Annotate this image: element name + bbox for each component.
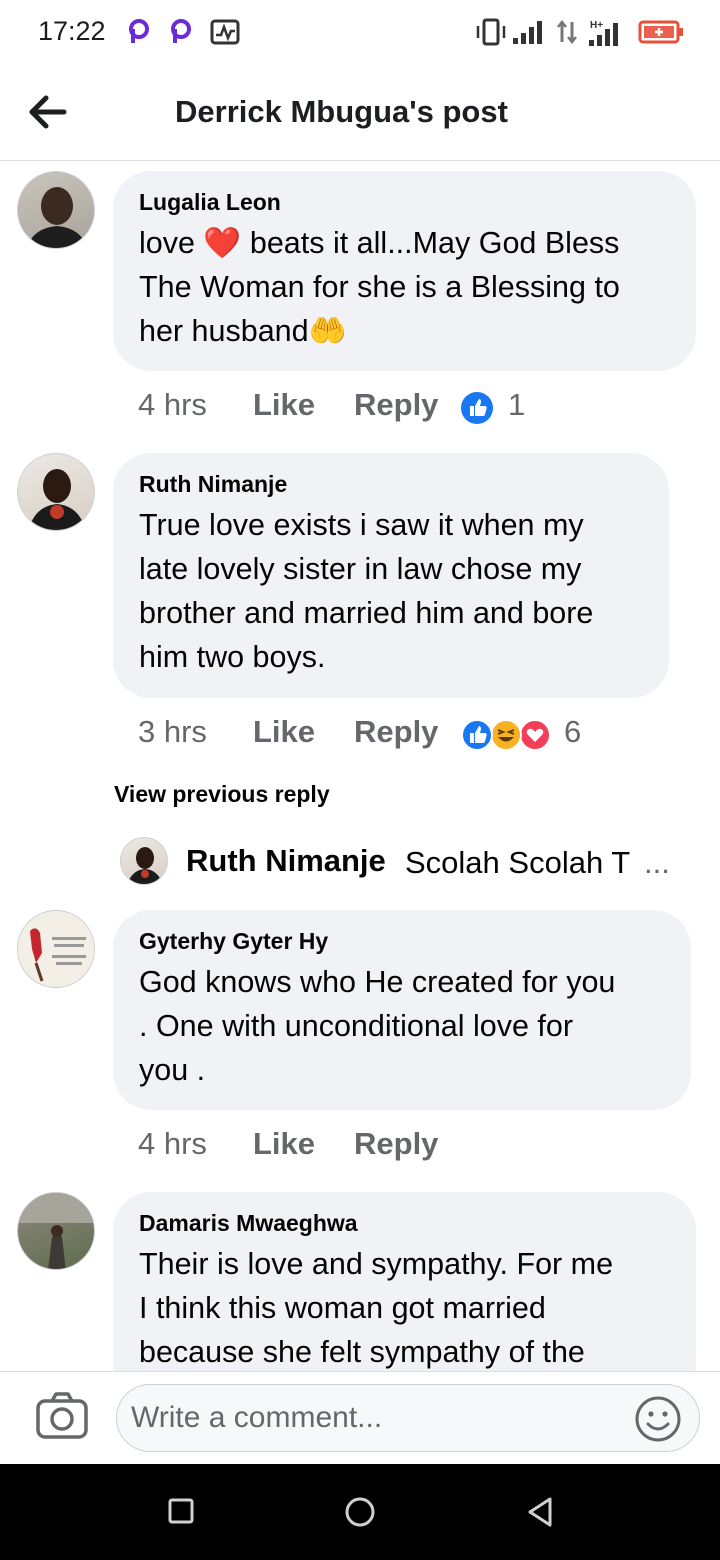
reply-author[interactable]: Ruth Nimanje	[186, 843, 386, 879]
comment-text-line: God knows who He created for you	[139, 965, 616, 999]
svg-text:H+: H+	[590, 20, 603, 31]
comment-text-line: you .	[139, 1053, 206, 1087]
comment-text: God knows who He created for you . One w…	[139, 960, 667, 1092]
reply-button[interactable]: Reply	[354, 1126, 438, 1162]
comment-author[interactable]: Lugalia Leon	[139, 187, 672, 217]
recents-button-icon[interactable]	[166, 1494, 196, 1528]
reply-ellipsis: ...	[644, 845, 670, 880]
avatar[interactable]	[17, 171, 95, 249]
comment-text-line: late lovely sister in law chose my	[139, 552, 582, 586]
comment-text-line: love ❤️ beats it all...May God Bless	[139, 226, 620, 260]
app-notification-icon	[129, 19, 149, 43]
reaction-count[interactable]: 1	[508, 387, 525, 423]
comment-time[interactable]: 4 hrs	[138, 387, 207, 423]
avatar[interactable]	[17, 910, 95, 988]
vibrate-icon	[476, 18, 506, 46]
post-header: Derrick Mbugua's post	[0, 66, 720, 161]
comment-text-line: brother and married him and bore	[139, 596, 594, 630]
battery-icon	[638, 20, 683, 44]
reply-text: Scolah Scolah T	[405, 845, 631, 880]
reply-button[interactable]: Reply	[354, 714, 438, 750]
like-button[interactable]: Like	[253, 714, 315, 750]
avatar[interactable]	[17, 1192, 95, 1270]
page-title: Derrick Mbugua's post	[175, 94, 508, 129]
comment-bubble[interactable]: Damaris Mwaeghwa Their is love and sympa…	[113, 1192, 696, 1371]
avatar[interactable]	[17, 453, 95, 531]
back-arrow-icon[interactable]	[22, 86, 74, 138]
reactions-summary-icon[interactable]	[460, 718, 552, 752]
emoji-icon[interactable]	[633, 1394, 683, 1444]
system-nav-bar	[0, 1464, 720, 1560]
comment-text: Their is love and sympathy. For me I thi…	[139, 1242, 672, 1371]
avatar[interactable]	[120, 837, 168, 885]
comment-composer: Write a comment...	[0, 1371, 720, 1465]
reply-preview[interactable]: Ruth Nimanje Scolah Scolah T ...	[120, 837, 700, 887]
data-transfer-icon	[557, 19, 577, 45]
comment-time[interactable]: 4 hrs	[138, 1126, 207, 1162]
reply-button[interactable]: Reply	[354, 387, 438, 423]
comment-time[interactable]: 3 hrs	[138, 714, 207, 750]
like-reaction-icon[interactable]	[460, 391, 494, 425]
activity-icon	[210, 19, 240, 45]
comment-text-line: The Woman for she is a Blessing to	[139, 270, 620, 304]
comment-text-line: because she felt sympathy of the	[139, 1335, 585, 1369]
comments-feed[interactable]: Lugalia Leon love ❤️ beats it all...May …	[0, 161, 720, 1371]
like-button[interactable]: Like	[253, 1126, 315, 1162]
comment-bubble[interactable]: Ruth Nimanje True love exists i saw it w…	[113, 453, 669, 698]
comment-text-line: . One with unconditional love for	[139, 1009, 574, 1043]
comment-input[interactable]: Write a comment...	[116, 1384, 700, 1452]
comment-input-placeholder: Write a comment...	[131, 1401, 383, 1434]
like-button[interactable]: Like	[253, 387, 315, 423]
signal-hplus-icon: H+	[589, 20, 618, 46]
comment-author[interactable]: Ruth Nimanje	[139, 469, 645, 499]
view-previous-reply[interactable]: View previous reply	[114, 781, 330, 808]
comment-text: love ❤️ beats it all...May God Bless The…	[139, 221, 672, 353]
signal-icon	[513, 21, 542, 44]
comment-text-line: True love exists i saw it when my	[139, 508, 584, 542]
app-notification-icon	[171, 19, 191, 43]
back-button-icon[interactable]	[524, 1494, 556, 1530]
comment-text-line: him two boys.	[139, 640, 326, 674]
camera-icon[interactable]	[34, 1390, 90, 1442]
comment-actions: 4 hrs Like Reply	[138, 1126, 658, 1166]
comment-author[interactable]: Gyterhy Gyter Hy	[139, 926, 667, 956]
comment-author[interactable]: Damaris Mwaeghwa	[139, 1208, 672, 1238]
status-bar: 17:22 H+	[0, 0, 720, 66]
comment-bubble[interactable]: Lugalia Leon love ❤️ beats it all...May …	[113, 171, 696, 371]
comment-actions: 4 hrs Like Reply 1	[138, 387, 658, 427]
home-button-icon[interactable]	[342, 1494, 378, 1530]
comment-actions: 3 hrs Like Reply 6	[138, 714, 658, 754]
comment-text-line: her husband🤲	[139, 314, 347, 348]
comment-bubble[interactable]: Gyterhy Gyter Hy God knows who He create…	[113, 910, 691, 1110]
reaction-count[interactable]: 6	[564, 714, 581, 750]
comment-text-line: Their is love and sympathy. For me	[139, 1247, 614, 1281]
status-time: 17:22	[38, 16, 106, 46]
comment-text: True love exists i saw it when my late l…	[139, 503, 645, 679]
comment-text-line: I think this woman got married	[139, 1291, 546, 1325]
